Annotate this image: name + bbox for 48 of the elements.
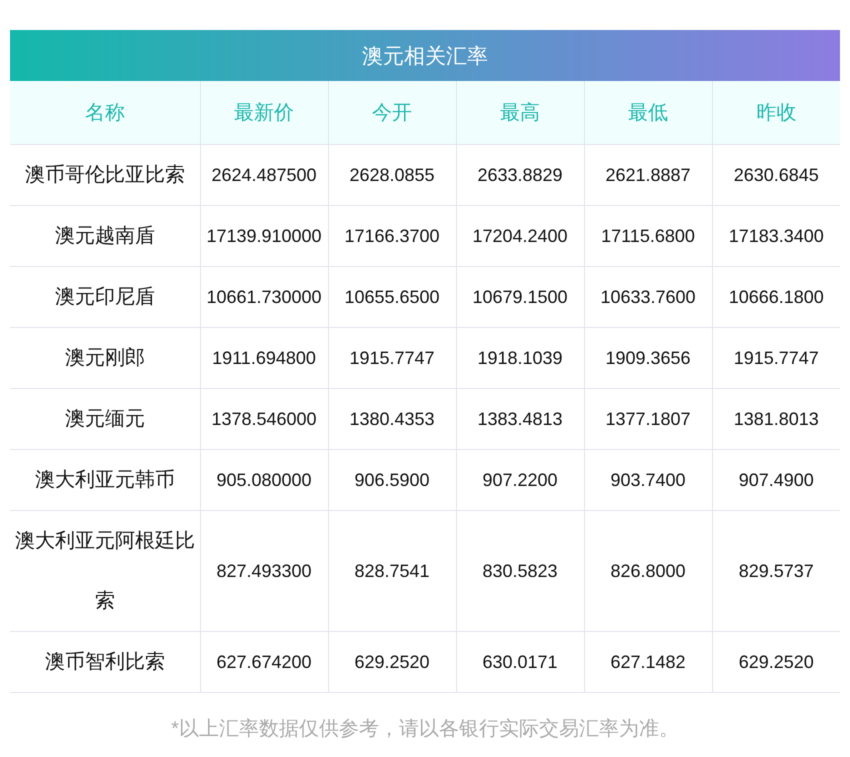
table-cell: 1911.694800 — [200, 328, 328, 388]
table-title: 澳元相关汇率 — [10, 30, 840, 81]
table-cell: 澳元越南盾 — [10, 206, 200, 266]
table-cell: 627.674200 — [200, 632, 328, 692]
table-cell: 1909.3656 — [584, 328, 712, 388]
table-cell: 1378.546000 — [200, 388, 328, 450]
table-cell: 630.0171 — [456, 632, 584, 692]
table-cell: 17139.910000 — [200, 206, 328, 266]
table-cell: 澳大利亚元韩币 — [10, 450, 200, 510]
table-cell: 澳币哥伦比亚比索 — [10, 144, 200, 206]
table-cell: 2633.8829 — [456, 144, 584, 206]
table-cell: 629.2520 — [328, 632, 456, 692]
table-cell: 10661.730000 — [200, 266, 328, 328]
table-cell: 17166.3700 — [328, 206, 456, 266]
footnote: *以上汇率数据仅供参考，请以各银行实际交易汇率为准。 — [170, 717, 680, 742]
table-cell: 827.493300 — [200, 510, 328, 632]
table-cell: 905.080000 — [200, 450, 328, 510]
column-header: 最新价 — [200, 81, 328, 144]
table-cell: 906.5900 — [328, 450, 456, 510]
column-header: 今开 — [328, 81, 456, 144]
table-cell: 澳元印尼盾 — [10, 266, 200, 328]
table-cell: 1377.1807 — [584, 388, 712, 450]
table-cell: 10655.6500 — [328, 266, 456, 328]
table-cell: 826.8000 — [584, 510, 712, 632]
table-cell: 17204.2400 — [456, 206, 584, 266]
table-cell: 澳元缅元 — [10, 388, 200, 450]
table-cell: 828.7541 — [328, 510, 456, 632]
table-cell: 17115.6800 — [584, 206, 712, 266]
table-cell: 1383.4813 — [456, 388, 584, 450]
table-cell: 2628.0855 — [328, 144, 456, 206]
table-cell: 澳币智利比索 — [10, 632, 200, 692]
table-cell: 627.1482 — [584, 632, 712, 692]
table-cell: 903.7400 — [584, 450, 712, 510]
table-cell: 1380.4353 — [328, 388, 456, 450]
table-cell: 2621.8887 — [584, 144, 712, 206]
table-cell: 10679.1500 — [456, 266, 584, 328]
table-cell: 澳元刚郎 — [10, 328, 200, 388]
table-cell: 10633.7600 — [584, 266, 712, 328]
table-cell: 907.2200 — [456, 450, 584, 510]
table-cell: 澳大利亚元阿根廷比索 — [10, 510, 200, 632]
column-header: 昨收 — [712, 81, 840, 144]
table-cell: 1918.1039 — [456, 328, 584, 388]
column-header: 名称 — [10, 81, 200, 144]
column-header: 最低 — [584, 81, 712, 144]
column-header: 最高 — [456, 81, 584, 144]
table-cell: 830.5823 — [456, 510, 584, 632]
table-cell: 1915.7747 — [328, 328, 456, 388]
table-cell: 2624.487500 — [200, 144, 328, 206]
